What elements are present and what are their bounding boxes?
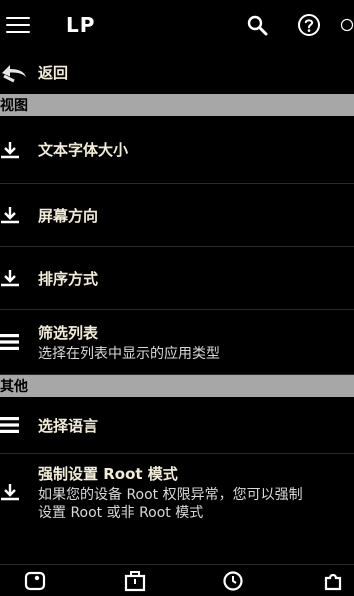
- appbar-actions: [244, 0, 354, 50]
- root-mode-description-line1: 如果您的设备 Root 权限异常，您可以强制: [38, 486, 303, 504]
- bottom-nav: [0, 564, 354, 586]
- language-label: 选择语言: [38, 415, 98, 436]
- filter-description: 选择在列表中显示的应用类型: [38, 345, 220, 363]
- back-label: 返回: [38, 62, 68, 83]
- download-icon: [0, 268, 38, 288]
- root-mode-label: 强制设置 Root 模式: [38, 463, 303, 484]
- back-icon: [0, 60, 38, 84]
- setting-sort[interactable]: 排序方式: [0, 247, 354, 310]
- section-header-view: 视图: [0, 94, 354, 116]
- filter-label: 筛选列表: [38, 322, 220, 343]
- setting-orientation[interactable]: 屏幕方向: [0, 184, 354, 247]
- download-icon: [0, 205, 38, 225]
- backup-icon[interactable]: [222, 570, 244, 592]
- extensions-icon[interactable]: [322, 570, 344, 592]
- font-size-label: 文本字体大小: [38, 139, 128, 160]
- help-icon[interactable]: [296, 12, 322, 38]
- search-icon[interactable]: [244, 12, 270, 38]
- app-bar: LP: [0, 0, 354, 50]
- setting-root-mode[interactable]: 强制设置 Root 模式 如果您的设备 Root 权限异常，您可以强制 设置 R…: [0, 454, 354, 530]
- sort-label: 排序方式: [38, 268, 98, 289]
- back-row[interactable]: 返回: [0, 50, 354, 94]
- setting-language[interactable]: 选择语言: [0, 397, 354, 454]
- download-icon: [0, 482, 38, 502]
- root-mode-description-line2: 设置 Root 或非 Root 模式: [38, 504, 303, 522]
- menu-icon[interactable]: [6, 15, 30, 35]
- section-header-other: 其他: [0, 375, 354, 397]
- setting-font-size[interactable]: 文本字体大小: [0, 116, 354, 184]
- download-icon: [0, 140, 38, 160]
- list-icon: [0, 416, 38, 434]
- more-icon[interactable]: [340, 12, 354, 38]
- orientation-label: 屏幕方向: [38, 205, 98, 226]
- app-title: LP: [66, 13, 95, 37]
- setting-filter[interactable]: 筛选列表 选择在列表中显示的应用类型: [0, 310, 354, 375]
- list-icon: [0, 333, 38, 351]
- apps-icon[interactable]: [24, 570, 46, 592]
- toolbox-icon[interactable]: [124, 570, 146, 592]
